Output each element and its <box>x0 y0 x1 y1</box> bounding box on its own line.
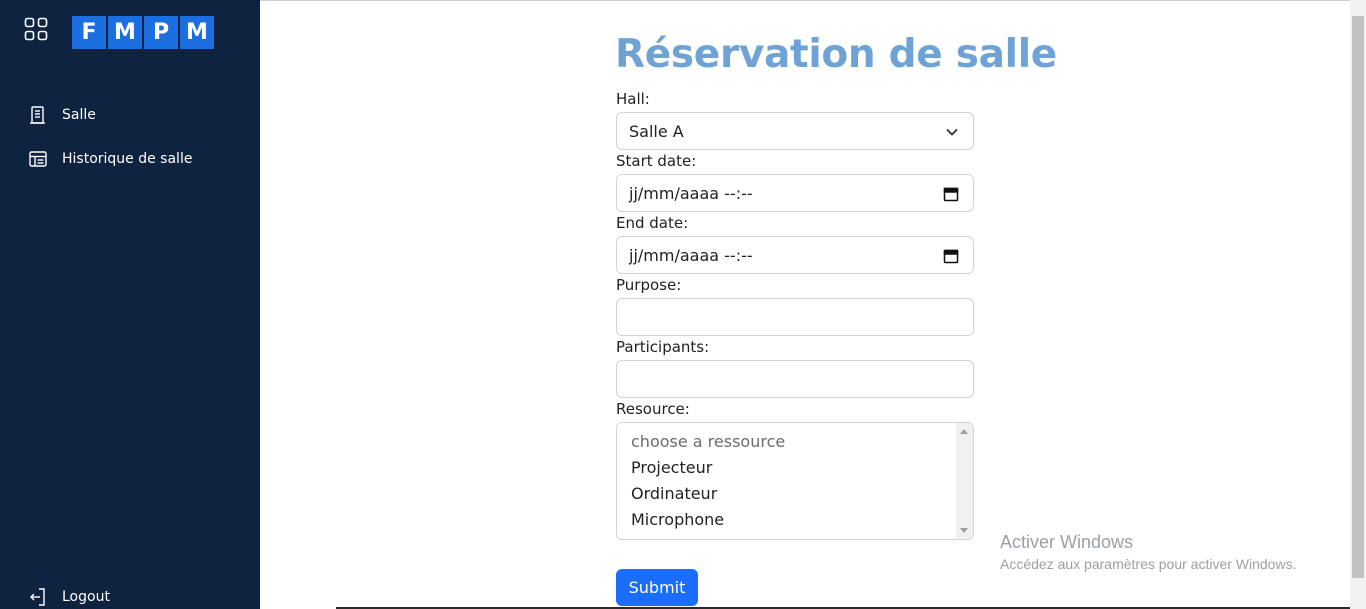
logout-label: Logout <box>62 589 110 605</box>
windows-activation-title: Activer Windows <box>1000 532 1134 552</box>
page-title: Réservation de salle <box>615 32 1057 77</box>
participants-input[interactable] <box>616 360 974 398</box>
scroll-down-icon[interactable] <box>960 528 968 533</box>
resource-option[interactable]: choose a ressource <box>617 429 973 455</box>
grid-menu-icon[interactable] <box>24 17 48 41</box>
end-date-label: End date: <box>616 214 689 232</box>
logout-button[interactable]: Logout <box>28 587 110 607</box>
resource-option[interactable]: Microphone <box>617 507 973 533</box>
purpose-label: Purpose: <box>616 276 682 294</box>
sidebar-item-salle[interactable]: Salle <box>28 105 96 125</box>
logo: F M P M <box>72 16 214 49</box>
chevron-down-icon <box>946 128 958 136</box>
listbox-scrollbar[interactable] <box>956 423 973 539</box>
sidebar-item-historique[interactable]: Historique de salle <box>28 149 192 169</box>
sidebar-item-label: Salle <box>62 107 96 123</box>
scroll-up-icon[interactable] <box>960 429 968 434</box>
submit-button[interactable]: Submit <box>616 569 698 606</box>
logout-icon <box>30 588 45 606</box>
end-date-input[interactable]: jj/mm/aaaa --:-- <box>616 236 974 274</box>
hall-select-value: Salle A <box>629 121 684 141</box>
calendar-icon[interactable] <box>943 186 959 202</box>
logo-letter: F <box>72 16 106 49</box>
end-date-value: jj/mm/aaaa --:-- <box>629 245 753 265</box>
building-icon <box>30 106 45 124</box>
sidebar-item-label: Historique de salle <box>62 151 193 167</box>
purpose-input[interactable] <box>616 298 974 336</box>
divider <box>260 0 1350 1</box>
resource-option[interactable]: Ordinateur <box>617 481 973 507</box>
resource-listbox[interactable]: choose a ressource Projecteur Ordinateur… <box>616 422 974 540</box>
logo-letter: M <box>108 16 142 49</box>
calendar-icon[interactable] <box>943 248 959 264</box>
page-scrollbar[interactable] <box>1350 0 1366 609</box>
scrollbar-thumb[interactable] <box>1352 16 1364 578</box>
hall-label: Hall: <box>616 90 650 108</box>
logo-letter: P <box>144 16 178 49</box>
participants-label: Participants: <box>616 338 710 356</box>
start-date-input[interactable]: jj/mm/aaaa --:-- <box>616 174 974 212</box>
windows-activation-text: Accédez aux paramètres pour activer Wind… <box>1000 556 1297 572</box>
resource-option[interactable]: Projecteur <box>617 455 973 481</box>
start-date-label: Start date: <box>616 152 697 170</box>
resource-label: Resource: <box>616 400 690 418</box>
table-icon <box>29 151 47 167</box>
logo-letter: M <box>180 16 214 49</box>
start-date-value: jj/mm/aaaa --:-- <box>629 183 753 203</box>
hall-select[interactable]: Salle A <box>616 112 974 150</box>
sidebar: F M P M Salle Historique de salle Logout <box>0 0 260 609</box>
